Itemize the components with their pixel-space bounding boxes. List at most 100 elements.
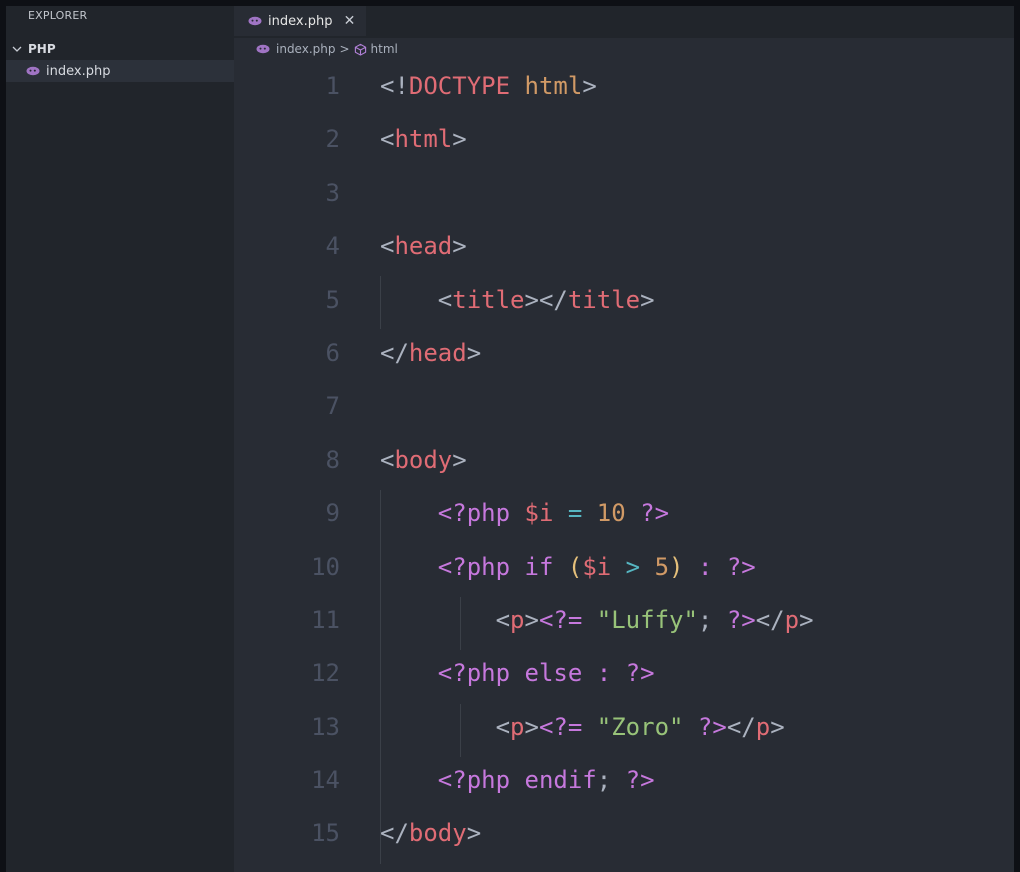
code-text: <p><?= "Luffy"; ?></p>: [380, 594, 814, 647]
code-token: ?>: [697, 712, 727, 741]
explorer-sidebar: EXPLORER PHP index.php: [6, 6, 234, 872]
code-line[interactable]: 2 <html>: [234, 113, 1014, 166]
code-token: >: [452, 232, 467, 261]
code-line[interactable]: 5 <title></title>: [234, 274, 1014, 327]
php-file-icon: [26, 66, 40, 76]
code-text: </body>: [380, 807, 481, 860]
code-token: <: [380, 712, 511, 741]
code-token: <: [380, 232, 395, 261]
code-text: <?php if ($i > 5) : ?>: [380, 541, 756, 594]
line-number: 13: [311, 712, 340, 741]
line-number: 4: [325, 232, 340, 261]
code-editor[interactable]: 1 <!DOCTYPE html> 2 <html> 3 4 <head> 5 <title>…: [234, 60, 1014, 872]
code-line[interactable]: 12 <?php else : ?>: [234, 647, 1014, 700]
line-number: 12: [311, 659, 340, 688]
close-icon[interactable]: ✕: [342, 13, 356, 29]
code-token: <?php: [437, 659, 511, 688]
code-line[interactable]: 4 <head>: [234, 220, 1014, 273]
code-line[interactable]: 10 <?php if ($i > 5) : ?>: [234, 541, 1014, 594]
sidebar-file-index-php[interactable]: index.php: [6, 60, 234, 82]
line-number: 3: [325, 178, 340, 207]
code-token: >: [640, 285, 655, 314]
line-number: 1: [325, 72, 340, 100]
code-text: <?php endif; ?>: [380, 754, 655, 807]
line-number: 5: [325, 285, 340, 314]
line-number: 6: [325, 338, 340, 367]
code-token: >: [466, 338, 482, 367]
code-token: </: [380, 338, 409, 367]
folder-label: PHP: [28, 42, 56, 56]
code-token: </: [726, 712, 756, 741]
code-line[interactable]: 1 <!DOCTYPE html>: [234, 60, 1014, 113]
chevron-down-icon: [12, 46, 22, 52]
folder-php[interactable]: PHP: [6, 38, 234, 60]
code-line[interactable]: 7: [234, 380, 1014, 433]
code-token: <?php: [437, 499, 511, 528]
line-number: 9: [325, 499, 340, 528]
line-number: 2: [325, 125, 340, 154]
code-line[interactable]: 11 <p><?= "Luffy"; ?></p>: [234, 594, 1014, 647]
code-token: <?=: [538, 712, 583, 741]
code-token: head: [394, 232, 453, 261]
code-token: $i: [582, 552, 612, 581]
code-text: </head>: [380, 327, 481, 380]
breadcrumb-file[interactable]: index.php: [276, 42, 335, 56]
code-text: <!DOCTYPE html>: [380, 60, 597, 113]
line-number: 8: [325, 445, 340, 474]
editor-pane: index.php ✕ index.php > html 1 <!DOCTYPE …: [234, 6, 1014, 872]
code-token: =: [567, 499, 583, 528]
code-token: title: [567, 285, 641, 314]
code-text: <html>: [380, 113, 467, 166]
code-line[interactable]: 6 </head>: [234, 327, 1014, 380]
cube-symbol-icon: [354, 43, 366, 56]
code-line[interactable]: 9 <?php $i = 10 ?>: [234, 487, 1014, 540]
code-line[interactable]: 8 <body>: [234, 434, 1014, 487]
code-token: >: [466, 819, 482, 848]
code-token: ?>: [726, 552, 756, 581]
tab-bar: index.php ✕: [234, 6, 1014, 38]
code-token: p: [510, 605, 525, 634]
code-line[interactable]: 15 </body>: [234, 807, 1014, 860]
breadcrumb: index.php > html: [234, 38, 1014, 60]
code-text: <head>: [380, 220, 467, 273]
tab-index-php[interactable]: index.php ✕: [234, 6, 367, 36]
code-token: html: [524, 72, 583, 100]
code-line[interactable]: 14 <?php endif; ?>: [234, 754, 1014, 807]
code-token: ?>: [625, 659, 655, 688]
line-number: 7: [325, 392, 340, 421]
code-token: DOCTYPE: [408, 72, 511, 100]
breadcrumb-symbol[interactable]: html: [371, 42, 398, 56]
code-token: "Luffy": [596, 605, 698, 634]
code-token: ></: [524, 285, 568, 314]
code-token: <?=: [538, 605, 583, 634]
code-text: <body>: [380, 434, 467, 487]
code-token: body: [408, 819, 467, 848]
code-line[interactable]: 3: [234, 167, 1014, 220]
code-token: >: [524, 605, 539, 634]
code-token: title: [452, 285, 525, 314]
code-token: :: [697, 552, 713, 581]
code-token: ): [669, 552, 684, 581]
code-token: if: [524, 552, 554, 581]
code-token: else: [524, 659, 583, 688]
breadcrumb-separator: >: [339, 42, 350, 56]
code-text: <p><?= "Zoro" ?></p>: [380, 701, 785, 754]
code-line[interactable]: 13 <p><?= "Zoro" ?></p>: [234, 701, 1014, 754]
code-token: <!: [380, 72, 409, 100]
line-number: 15: [311, 819, 340, 848]
code-token: ;: [596, 766, 626, 795]
line-number: 10: [311, 552, 340, 581]
